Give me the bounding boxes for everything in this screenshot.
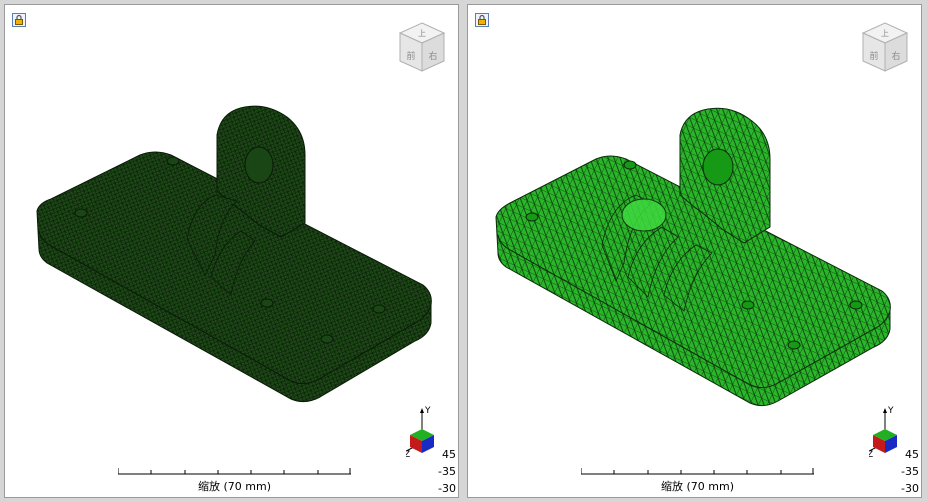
rotation-x-value: 45 [905,448,919,461]
triad-z-label: Z [406,450,410,460]
viewport-left[interactable]: 上 前 右 Y Z 45 -35 [4,4,459,498]
triad-y-label: Y [424,406,431,416]
scale-bar [118,468,351,475]
axis-triad-icon: Y Z [406,406,434,460]
mesh-model-view[interactable] [468,5,922,498]
mesh-model-view[interactable] [5,5,459,498]
rotation-y-value: -35 [901,465,919,478]
scale-bar [581,468,814,475]
rotation-z-value: -30 [438,482,456,495]
triad-y-label: Y [887,406,894,416]
viewport-right[interactable]: 上 前 右 Y Z [467,4,922,498]
triad-z-label: Z [869,450,873,460]
rotation-z-value: -30 [901,482,919,495]
rotation-x-value: 45 [442,448,456,461]
scale-label: 缩放 (70 mm) [660,480,734,493]
scale-label: 缩放 (70 mm) [197,480,271,493]
axis-triad-icon: Y Z [869,406,897,460]
rotation-y-value: -35 [438,465,456,478]
